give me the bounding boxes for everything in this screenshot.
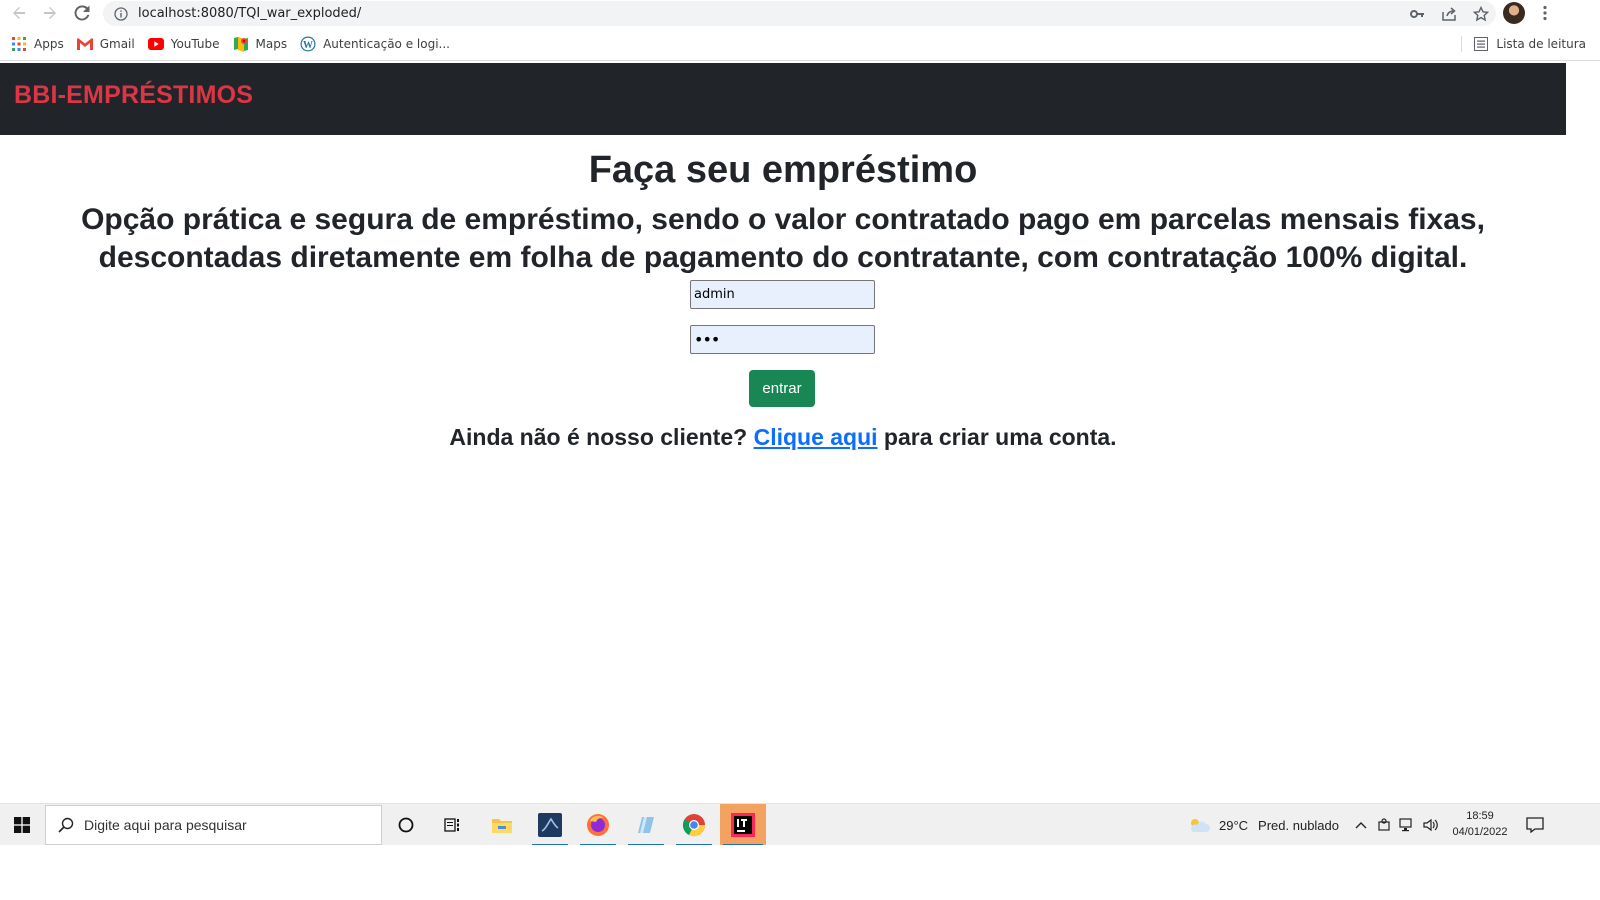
svg-text:W: W <box>303 39 313 50</box>
clock-date: 04/01/2022 <box>1452 826 1508 838</box>
network-icon[interactable] <box>1399 818 1415 832</box>
info-icon[interactable] <box>113 6 129 22</box>
bookmarks-bar: Apps Gmail YouTube Maps W Autenticação e… <box>0 27 1600 61</box>
bookmark-label: Maps <box>255 36 288 51</box>
youtube-icon <box>147 36 164 52</box>
kebab-menu-icon[interactable] <box>1538 4 1552 22</box>
weather-description: Pred. nublado <box>1258 817 1339 833</box>
screen-margin <box>0 845 1600 900</box>
login-input[interactable]: admin <box>690 280 875 309</box>
signup-prompt: Ainda não é nosso cliente? Clique aqui p… <box>0 424 1566 451</box>
page-subtitle: Opção prática e segura de empréstimo, se… <box>81 203 1485 274</box>
bookmark-label: Autenticação e logi... <box>323 36 450 51</box>
mysql-workbench-icon[interactable] <box>529 804 571 846</box>
bookmark-gmail[interactable]: Gmail <box>76 36 135 52</box>
entrar-button[interactable]: entrar <box>749 370 815 407</box>
meet-now-icon[interactable] <box>1377 818 1391 832</box>
key-icon[interactable] <box>1408 5 1426 23</box>
back-arrow-icon[interactable] <box>8 2 30 24</box>
chevron-up-icon[interactable] <box>1355 821 1367 829</box>
taskbar-clock[interactable]: 18:59 04/01/2022 <box>1448 808 1512 840</box>
wordpress-icon: W <box>300 36 316 52</box>
brand-logo-link[interactable]: BBI-EMPRÉSTIMOS <box>14 81 253 110</box>
divider <box>1461 36 1463 52</box>
intellij-idea-icon[interactable] <box>720 804 766 846</box>
bookmark-label: Apps <box>34 36 64 51</box>
task-view-icon[interactable] <box>432 804 474 846</box>
clock-time: 18:59 <box>1466 810 1494 822</box>
bookmark-autenticacao[interactable]: W Autenticação e logi... <box>300 36 450 52</box>
system-tray <box>1355 804 1439 846</box>
volume-icon[interactable] <box>1423 818 1439 832</box>
bookmark-label: YouTube <box>170 36 220 51</box>
page-title: Faça seu empréstimo <box>588 149 978 191</box>
signup-prefix: Ainda não é nosso cliente? <box>449 424 748 450</box>
bookmark-label: Gmail <box>99 36 135 51</box>
reading-list[interactable]: Lista de leitura <box>1461 36 1586 52</box>
reading-list-icon <box>1474 37 1489 51</box>
address-bar[interactable]: localhost:8080/TQI_war_exploded/ <box>103 1 1496 26</box>
bookmark-youtube[interactable]: YouTube <box>147 36 220 52</box>
signup-link[interactable]: Clique aqui <box>754 424 878 450</box>
apps-grid-icon <box>11 36 27 52</box>
maps-icon <box>233 36 249 52</box>
site-navbar: BBI-EMPRÉSTIMOS <box>0 63 1566 135</box>
windows-taskbar: Digite aqui para pesquisar 29°C Pred. nu… <box>0 803 1600 846</box>
reload-icon[interactable] <box>71 2 93 24</box>
page-scroll-gutter <box>1566 63 1600 803</box>
notepad-app-icon[interactable] <box>625 804 667 846</box>
windows-start-icon[interactable] <box>0 804 44 846</box>
search-icon <box>58 817 74 833</box>
search-placeholder: Digite aqui para pesquisar <box>84 817 247 833</box>
gmail-icon <box>76 36 93 52</box>
bookmark-maps[interactable]: Maps <box>233 36 288 52</box>
weather-widget[interactable]: 29°C Pred. nublado <box>1188 804 1339 846</box>
bookmark-star-icon[interactable] <box>1472 5 1490 23</box>
firefox-icon[interactable] <box>577 804 619 846</box>
profile-avatar[interactable] <box>1503 2 1525 24</box>
weather-temperature: 29°C <box>1219 817 1249 833</box>
signup-suffix: para criar uma conta. <box>883 424 1117 450</box>
partly-cloudy-icon <box>1188 817 1210 833</box>
password-input[interactable]: ••• <box>690 325 875 354</box>
taskbar-search-box[interactable]: Digite aqui para pesquisar <box>45 805 382 845</box>
share-icon[interactable] <box>1440 5 1458 23</box>
url-text[interactable]: localhost:8080/TQI_war_exploded/ <box>138 6 361 21</box>
bookmark-apps[interactable]: Apps <box>11 36 64 52</box>
cortana-circle-icon[interactable] <box>385 804 427 846</box>
file-explorer-icon[interactable] <box>481 804 523 846</box>
forward-arrow-icon[interactable] <box>39 2 61 24</box>
reading-list-label: Lista de leitura <box>1496 37 1586 51</box>
chrome-icon[interactable] <box>673 804 715 846</box>
notification-center-icon[interactable] <box>1520 804 1550 846</box>
browser-toolbar: localhost:8080/TQI_war_exploded/ <box>0 0 1600 27</box>
